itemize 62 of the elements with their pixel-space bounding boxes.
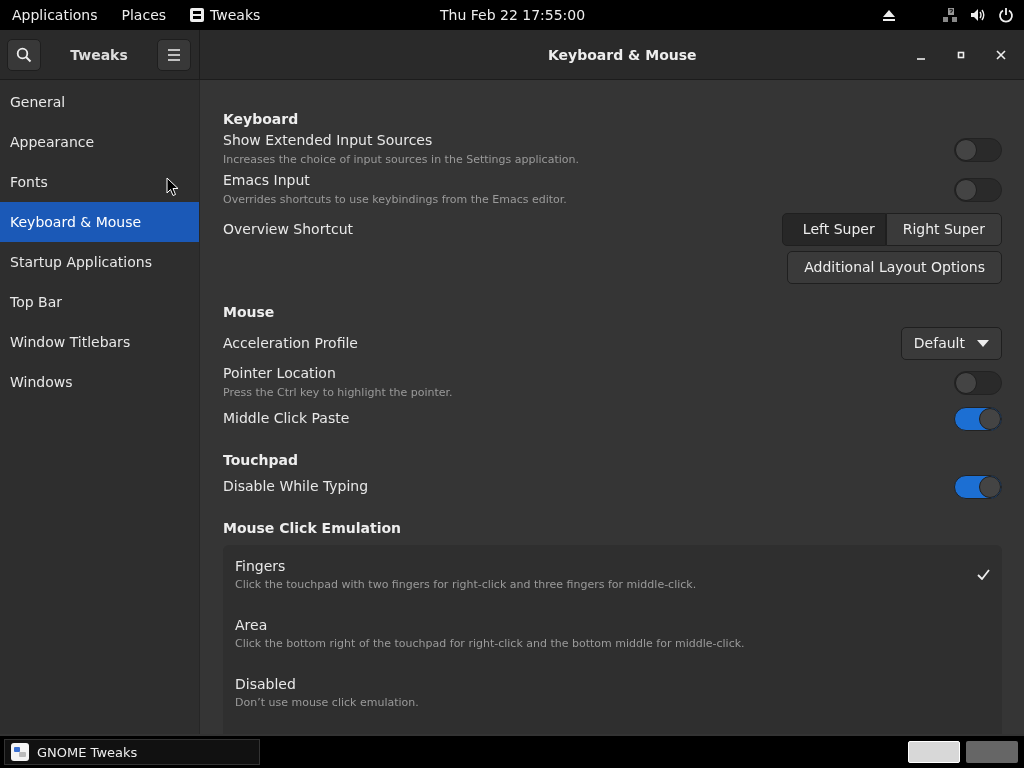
caret-icon xyxy=(977,339,989,347)
sidebar-item[interactable]: Appearance xyxy=(0,122,199,162)
sidebar-item[interactable]: Window Titlebars xyxy=(0,322,199,362)
section-title: Keyboard xyxy=(223,110,300,129)
choice-description: Click the bottom right of the touchpad for right-click and the bottom middle for middle-click. xyxy=(235,637,745,650)
dropdown[interactable]: Default xyxy=(900,326,1002,360)
toggle-switch[interactable] xyxy=(954,371,1002,395)
setting-label: Middle Click Paste xyxy=(223,410,350,426)
setting-label: Pointer Location xyxy=(223,365,337,381)
sidebar-item[interactable]: Fonts xyxy=(0,162,199,202)
section-title: Mouse xyxy=(223,303,276,322)
setting-description: Increases the choice of input sources in the Settings application. xyxy=(223,153,579,166)
toggle-switch[interactable] xyxy=(954,138,1002,162)
search-icon xyxy=(16,46,32,63)
choice-description: Click the touchpad with two fingers for right-click and three fingers for middle-click. xyxy=(235,578,697,591)
segment-button[interactable]: Left Super xyxy=(781,212,886,246)
choice-item[interactable]: Area Click the bottom right of the touchpad for right-click and the bottom middle for middle-click. xyxy=(223,604,1002,663)
section-title: Mouse Click Emulation xyxy=(223,519,402,538)
setting-label: Disable While Typing xyxy=(223,478,369,494)
setting-description: Overrides shortcuts to use keybindings from the Emacs editor. xyxy=(223,193,567,206)
choice-label: Disabled xyxy=(235,676,297,692)
choice-item[interactable]: Fingers Click the touchpad with two fingers for right-click and three fingers for middle-click. xyxy=(223,545,1002,604)
volume-icon[interactable] xyxy=(970,7,986,23)
sidebar-item[interactable]: General xyxy=(0,82,199,122)
eject-icon[interactable] xyxy=(882,8,896,22)
setting-label: Overview Shortcut xyxy=(223,221,353,237)
close-icon xyxy=(996,49,1006,60)
choice-description: Don’t use mouse click emulation. xyxy=(235,696,419,709)
sidebar-item[interactable]: Startup Applications xyxy=(0,242,199,282)
app-icon xyxy=(11,743,29,761)
menu-button[interactable] xyxy=(157,38,191,71)
search-button[interactable] xyxy=(7,38,41,71)
power-icon[interactable] xyxy=(998,7,1014,23)
top-bar-menu[interactable]: Places xyxy=(121,7,167,23)
sidebar-item[interactable]: Keyboard & Mouse xyxy=(0,202,199,242)
mouse-cursor-icon xyxy=(166,177,179,197)
setting-description: Press the Ctrl key to highlight the pointer. xyxy=(223,386,453,399)
menu-icon xyxy=(166,47,182,62)
section-title: Touchpad xyxy=(223,451,300,470)
window-title: Keyboard & Mouse xyxy=(548,46,697,63)
choice-label: Fingers xyxy=(235,558,287,574)
setting-label: Emacs Input xyxy=(223,172,311,188)
layout-options-button[interactable]: Additional Layout Options xyxy=(787,250,1002,284)
setting-label: Show Extended Input Sources xyxy=(223,132,434,148)
setting-label: Acceleration Profile xyxy=(223,335,358,351)
minimize-icon xyxy=(917,57,925,60)
maximize-icon xyxy=(956,49,966,60)
sidebar-item[interactable]: Top Bar xyxy=(0,282,199,322)
choice-label: Area xyxy=(235,617,269,633)
top-bar-menu[interactable]: Applications xyxy=(12,7,98,23)
choice-item[interactable]: Disabled Don’t use mouse click emulation. xyxy=(223,663,1002,722)
taskbar-window-button[interactable]: GNOME Tweaks xyxy=(4,739,260,765)
sidebar-item[interactable]: Windows xyxy=(0,362,199,402)
network-icon[interactable] xyxy=(942,7,958,23)
app-icon xyxy=(190,8,205,22)
segment-button[interactable]: Right Super xyxy=(885,212,1002,246)
toggle-switch[interactable] xyxy=(954,407,1002,431)
toggle-switch[interactable] xyxy=(954,475,1002,499)
app-title: Tweaks xyxy=(70,46,128,63)
toggle-switch[interactable] xyxy=(954,178,1002,202)
clock[interactable]: Thu Feb 22 17:55:00 xyxy=(440,7,586,23)
app-menu[interactable]: Tweaks xyxy=(190,7,261,23)
